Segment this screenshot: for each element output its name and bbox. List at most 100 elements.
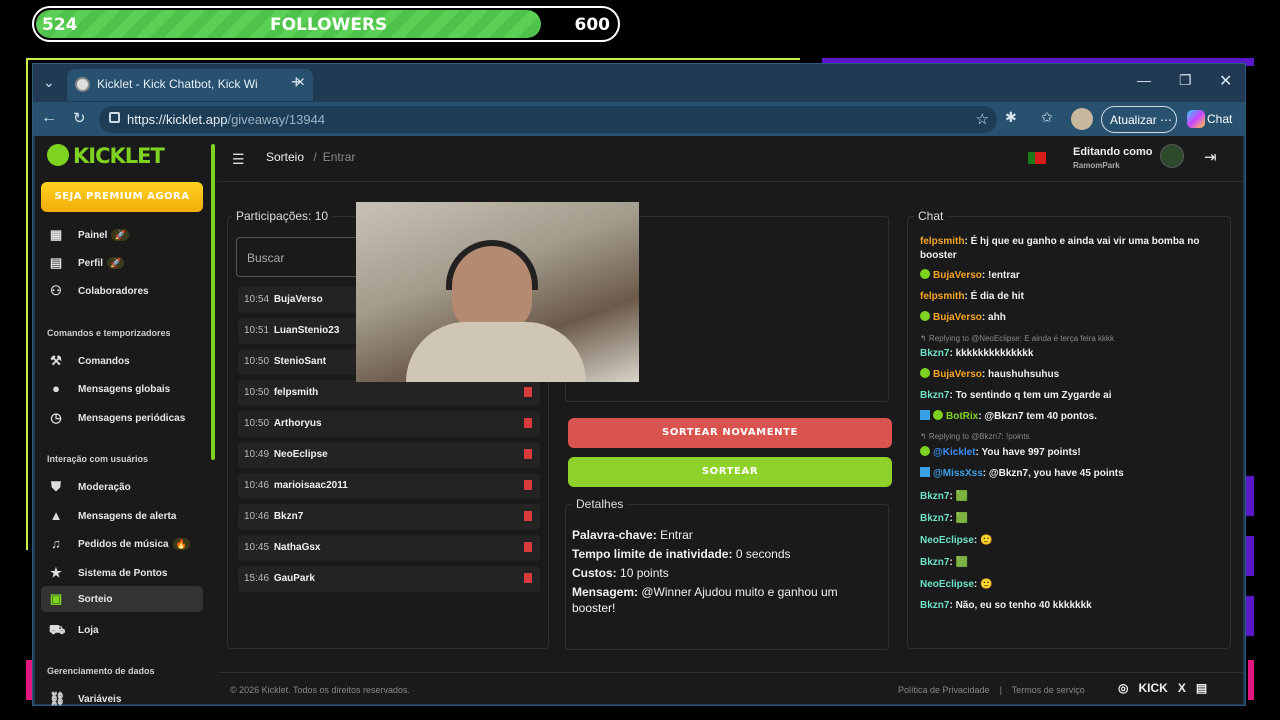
chat-username[interactable]: @Kicklet (933, 447, 976, 458)
chat-username[interactable]: @MissXss (933, 468, 983, 479)
gift-icon: ▣ (49, 591, 63, 606)
redraw-button[interactable]: SORTEAR NOVAMENTE (568, 418, 892, 448)
back-icon[interactable]: ← (41, 109, 57, 127)
sidebar-item-painel[interactable]: ▦ Painel 🚀 (41, 222, 203, 248)
sidebar-item-variaveis[interactable]: ⛓ Variáveis (41, 686, 203, 712)
chat-username[interactable]: Bkzn7 (920, 513, 949, 524)
sidebar-item-mensagens-periodicas[interactable]: ◷ Mensagens periódicas (41, 405, 203, 431)
chat-username[interactable]: BujaVerso (933, 312, 982, 323)
terms-link[interactable]: Termos de serviço (1012, 685, 1085, 695)
delete-icon[interactable] (524, 418, 532, 428)
new-tab-icon[interactable]: + (291, 72, 302, 93)
chat-text: Não, eu so tenho 40 kkkkkkk (955, 600, 1092, 611)
sidebar-item-pontos[interactable]: ★ Sistema de Pontos (41, 560, 203, 586)
sidebar-item-colaboradores[interactable]: ⚇ Colaboradores (41, 278, 203, 304)
keyword-value: Entrar (660, 528, 693, 542)
chat-text: 🟩 (955, 491, 969, 502)
privacy-link[interactable]: Política de Privacidade (898, 685, 990, 695)
sidebar-item-sorteio[interactable]: ▣ Sorteio (41, 586, 203, 612)
document-icon[interactable]: ▤ (1196, 681, 1207, 695)
section-interaction: Interação com usuários (47, 454, 149, 464)
sidebar-item-musica[interactable]: ♫ Pedidos de música 🔥 (41, 531, 203, 557)
breadcrumb: Sorteio / Entrar (266, 150, 355, 164)
minimize-icon[interactable]: — (1137, 72, 1151, 88)
url-field[interactable]: https://kicklet.app/giveaway/13944 ☆ (99, 106, 997, 133)
profile-avatar[interactable] (1071, 108, 1093, 130)
premium-button[interactable]: SEJA PREMIUM AGORA (41, 182, 203, 212)
discord-icon[interactable]: ◎ (1118, 681, 1128, 695)
chat-message: Bkzn7: kkkkkkkkkkkkkk (920, 348, 1034, 359)
delete-icon[interactable] (524, 511, 532, 521)
chat-message: Bkzn7: 🟩 (920, 557, 969, 568)
breadcrumb-sorteio[interactable]: Sorteio (266, 150, 304, 164)
restore-icon[interactable]: ❐ (1179, 72, 1192, 89)
kicklet-logo[interactable]: KICKLET (47, 144, 165, 168)
close-window-icon[interactable]: ✕ (1219, 71, 1232, 91)
delete-icon[interactable] (524, 387, 532, 397)
chat-username[interactable]: Bkzn7 (920, 348, 949, 359)
participant-time: 15:46 (244, 573, 270, 584)
x-link[interactable]: X (1178, 681, 1186, 695)
verified-badge-icon (920, 311, 930, 321)
favorite-star-icon[interactable]: ☆ (976, 110, 989, 128)
sidebar-item-label: Sistema de Pontos (78, 568, 168, 579)
chat-username[interactable]: felpsmith (920, 291, 964, 302)
chat-username[interactable]: Bkzn7 (920, 390, 949, 401)
participant-time: 10:46 (244, 480, 270, 491)
chat-username[interactable]: Bkzn7 (920, 491, 949, 502)
copilot-chat-button[interactable]: Chat (1183, 106, 1243, 133)
logo-text: KICKLET (73, 144, 165, 168)
tab-list-icon[interactable]: ⌄ (43, 74, 55, 91)
chat-message: BujaVerso: ahh (920, 311, 1220, 325)
editing-username: RamomPark (1073, 161, 1120, 170)
followers-current: 524 (42, 15, 78, 35)
chat-username[interactable]: felpsmith (920, 236, 964, 247)
shield-icon: ⛊ (51, 479, 61, 494)
chat-username[interactable]: NeoEclipse (920, 535, 974, 546)
timeout-row: Tempo limite de inatividade: 0 seconds (572, 546, 872, 562)
delete-icon[interactable] (524, 542, 532, 552)
hammer-icon: ⚒ (50, 353, 62, 368)
delete-icon[interactable] (524, 573, 532, 583)
chat-username[interactable]: BujaVerso (933, 270, 982, 281)
tab-title: Kicklet - Kick Chatbot, Kick Widgets (97, 77, 257, 91)
delete-icon[interactable] (524, 449, 532, 459)
update-button[interactable]: Atualizar ⋯ (1101, 106, 1177, 133)
delete-icon[interactable] (524, 480, 532, 490)
sidebar-item-perfil[interactable]: ▤ Perfil 🚀 (41, 250, 203, 276)
portugal-flag-icon[interactable] (1028, 152, 1046, 164)
sidebar-item-alertas[interactable]: ▲ Mensagens de alerta (41, 503, 203, 529)
favorites-icon[interactable]: ✩ (1041, 109, 1053, 126)
section-data: Gerenciamento de dados (47, 666, 155, 676)
kick-link[interactable]: KICK (1139, 681, 1168, 695)
sidebar-item-comandos[interactable]: ⚒ Comandos (41, 348, 203, 374)
chat-username[interactable]: Bkzn7 (920, 600, 949, 611)
sidebar-item-label: Pedidos de música (78, 539, 169, 550)
cost-row: Custos: 10 points (572, 565, 872, 581)
chat-text: @Bkzn7 tem 40 pontos. (984, 411, 1097, 422)
user-avatar[interactable] (1160, 144, 1184, 168)
chat-text: You have 997 points! (981, 447, 1081, 458)
extensions-icon[interactable]: ✱ (1005, 109, 1017, 126)
sidebar-scrollbar[interactable] (211, 144, 215, 460)
keyword-label: Palavra-chave: (572, 528, 657, 542)
reload-icon[interactable]: ↻ (73, 109, 86, 127)
headset-icon (446, 240, 538, 290)
menu-toggle-icon[interactable]: ☰ (232, 151, 245, 168)
chat-username[interactable]: NeoEclipse (920, 579, 974, 590)
browser-tab[interactable]: Kicklet - Kick Chatbot, Kick Widgets × (67, 69, 313, 101)
fire-badge: 🔥 (172, 538, 190, 550)
details-panel: Detalhes Palavra-chave: Entrar Tempo lim… (565, 497, 889, 650)
logout-icon[interactable]: ⇥ (1204, 148, 1217, 166)
draw-button[interactable]: SORTEAR (568, 457, 892, 487)
chat-username[interactable]: BotRix (946, 411, 978, 422)
editing-as-label: Editando como (1073, 146, 1153, 158)
sidebar-item-moderacao[interactable]: ⛊ Moderação (41, 474, 203, 500)
chat-username[interactable]: BujaVerso (933, 369, 982, 380)
chat-username[interactable]: Bkzn7 (920, 557, 949, 568)
sidebar-item-loja[interactable]: ⛟ Loja (41, 617, 203, 643)
lock-icon (109, 112, 120, 123)
participant-name: NathaGsx (273, 542, 321, 553)
users-icon: ⚇ (50, 283, 62, 298)
sidebar-item-mensagens-globais[interactable]: ● Mensagens globais (41, 376, 203, 402)
